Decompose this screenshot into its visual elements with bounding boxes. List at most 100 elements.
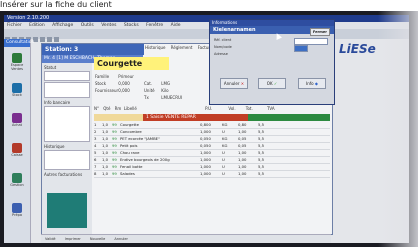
sidebar-item-gestion[interactable]: Gestion bbox=[7, 173, 27, 195]
table-row[interactable]: 2 1,0 99 Concombre 1,000 U 1,00 5,5 bbox=[94, 129, 330, 136]
print-button[interactable]: Imprimer bbox=[65, 237, 81, 241]
cell-price: 1,000 bbox=[200, 157, 211, 162]
cell-qty: 1,0 bbox=[102, 164, 109, 169]
cancel-sale-button[interactable]: Annuler bbox=[114, 237, 128, 241]
cell-number: 8 bbox=[94, 171, 97, 176]
product-field: Stock 0,000 bbox=[95, 81, 130, 86]
menu-item[interactable]: Ventes bbox=[101, 23, 116, 28]
field-label: Info bancaire bbox=[44, 100, 71, 105]
validate-button[interactable]: Validé bbox=[45, 237, 56, 241]
tab-historique[interactable]: Historique bbox=[145, 45, 166, 50]
column-header: N° bbox=[94, 106, 99, 111]
cell-total: 0,05 bbox=[238, 143, 247, 148]
toolbar-button[interactable] bbox=[54, 37, 59, 42]
color-swatch bbox=[47, 193, 87, 228]
cell-rm: 99 bbox=[112, 122, 117, 127]
info-button[interactable]: Info ◆ bbox=[298, 78, 326, 89]
cell-rm: 99 bbox=[112, 150, 117, 155]
cell-price: 1,000 bbox=[200, 171, 211, 176]
menu-item[interactable]: Affichage bbox=[52, 23, 73, 28]
ok-button[interactable]: OK ✓ bbox=[258, 78, 286, 89]
status-field[interactable] bbox=[44, 71, 90, 81]
sidebar-item-prepa[interactable]: Prépa bbox=[7, 203, 27, 225]
column-header-row: N° Qté Rm Libellé P.U. Vol. Tot. TVA bbox=[94, 106, 330, 111]
field-value: LMUECRUI bbox=[161, 95, 183, 100]
sidebar-item-stock[interactable]: Stock bbox=[7, 83, 27, 105]
menu-item[interactable]: Edition bbox=[29, 23, 45, 28]
cell-rm: 99 bbox=[112, 136, 117, 141]
table-row[interactable]: 4 1,0 99 Petit pois 0,050 KG 0,05 5,5 bbox=[94, 143, 330, 150]
sidebar-item-ventes[interactable]: Espace Ventes bbox=[7, 53, 27, 75]
dialog-heading: Kielenarnamen Fermer bbox=[210, 26, 334, 36]
menu-item[interactable]: Outils bbox=[81, 23, 94, 28]
product-field: Unité Kilo bbox=[144, 88, 169, 93]
table-row[interactable]: 7 1,0 99 Fenail botte 1,000 U 1,00 5,5 bbox=[94, 164, 330, 171]
field-value: 0,000 bbox=[118, 88, 130, 93]
status-bar: Validé Imprimer Nouvelle Annuler bbox=[41, 234, 331, 243]
cell-total: 1,00 bbox=[238, 164, 247, 169]
cell-qty: 1,0 bbox=[102, 122, 109, 127]
cell-label: Petit pois bbox=[120, 143, 138, 148]
tab-reglement[interactable]: Réglement bbox=[171, 45, 193, 50]
column-header: TVA bbox=[266, 106, 275, 111]
product-field: Cat. LMG bbox=[144, 81, 170, 86]
field-label: Adresse bbox=[214, 52, 228, 56]
check-icon: ✓ bbox=[272, 81, 278, 86]
cell-unit: KG bbox=[222, 122, 228, 127]
table-row[interactable]: 8 1,0 99 Salades 1,000 U 1,00 5,5 bbox=[94, 171, 330, 178]
brand-logo: LiESe bbox=[339, 42, 376, 56]
sidebar-header: Consultation bbox=[4, 39, 35, 47]
sale-header: 1 Saisie VENTE REPAR bbox=[143, 114, 251, 121]
sidebar-item-label: Prépa bbox=[12, 213, 22, 217]
cell-rm: 99 bbox=[112, 157, 117, 162]
sidebar-item-label: Caisse bbox=[11, 153, 23, 157]
cancel-icon: ✕ bbox=[239, 81, 245, 86]
field-label: Tx bbox=[144, 95, 149, 100]
table-row[interactable]: 3 1,0 99 PET ecorcée "JAMBE" 0,050 KG 0,… bbox=[94, 136, 330, 143]
toolbar bbox=[4, 29, 409, 42]
cell-label: PET ecorcée "JAMBE" bbox=[120, 136, 160, 141]
sidebar-item-achat[interactable]: Achat bbox=[7, 113, 27, 135]
customer-dialog: Informations Kielenarnamen Fermer Réf. c… bbox=[209, 19, 335, 105]
menu-item[interactable]: Fichier bbox=[7, 23, 22, 28]
screen-glare bbox=[378, 11, 418, 247]
code-input[interactable] bbox=[294, 45, 308, 52]
sidebar-item-label: Achat bbox=[12, 123, 22, 127]
table-row[interactable]: 1 1,0 99 Courgette 0,800 KG 0,80 5,5 bbox=[94, 122, 330, 129]
menu-item[interactable]: Fenêtre bbox=[146, 23, 163, 28]
cell-number: 2 bbox=[94, 129, 97, 134]
field-value: Primeur bbox=[118, 74, 134, 79]
close-dialog-button[interactable]: Fermer bbox=[309, 28, 330, 36]
cell-label: Courgette bbox=[120, 122, 139, 127]
cell-qty: 1,0 bbox=[102, 157, 109, 162]
window-titlebar: Version 2.10.200 bbox=[4, 15, 409, 22]
cell-unit: U bbox=[222, 164, 225, 169]
cancel-button[interactable]: Annuler ✕ bbox=[220, 78, 248, 89]
dialog-heading-text: Kielenarnamen bbox=[213, 27, 256, 33]
menu-item[interactable]: Aide bbox=[171, 23, 181, 28]
menu-item[interactable]: Stocks bbox=[124, 23, 139, 28]
customer-ref-input[interactable] bbox=[294, 38, 328, 45]
cell-rm: 99 bbox=[112, 143, 117, 148]
table-row[interactable]: 6 1,0 99 Endive bourgeois de 200g 1,000 … bbox=[94, 157, 330, 164]
product-field: Tx LMUECRUI bbox=[144, 95, 182, 100]
sale-lines: 1 1,0 99 Courgette 0,800 KG 0,80 5,5 2 1… bbox=[94, 122, 330, 178]
cell-label: Chou rave bbox=[120, 150, 140, 155]
achat-icon bbox=[12, 113, 22, 123]
button-label: Info bbox=[306, 81, 314, 86]
cell-number: 1 bbox=[94, 122, 97, 127]
column-header: P.U. bbox=[205, 106, 213, 111]
toolbar-button[interactable] bbox=[47, 37, 52, 42]
toolbar-button[interactable] bbox=[40, 37, 45, 42]
sidebar-item-label: Espace Ventes bbox=[10, 63, 24, 71]
sidebar-item-caisse[interactable]: Caisse bbox=[7, 143, 27, 165]
prepa-icon bbox=[12, 203, 22, 213]
button-label: Annuler bbox=[223, 81, 240, 86]
cell-qty: 1,0 bbox=[102, 150, 109, 155]
column-header: Vol. bbox=[228, 106, 236, 111]
field-label: Unité bbox=[144, 88, 155, 93]
new-button[interactable]: Nouvelle bbox=[90, 237, 105, 241]
table-row[interactable]: 5 1,0 99 Chou rave 1,000 U 1,00 5,5 bbox=[94, 150, 330, 157]
line-indicator bbox=[94, 114, 143, 121]
cell-price: 0,050 bbox=[200, 143, 211, 148]
